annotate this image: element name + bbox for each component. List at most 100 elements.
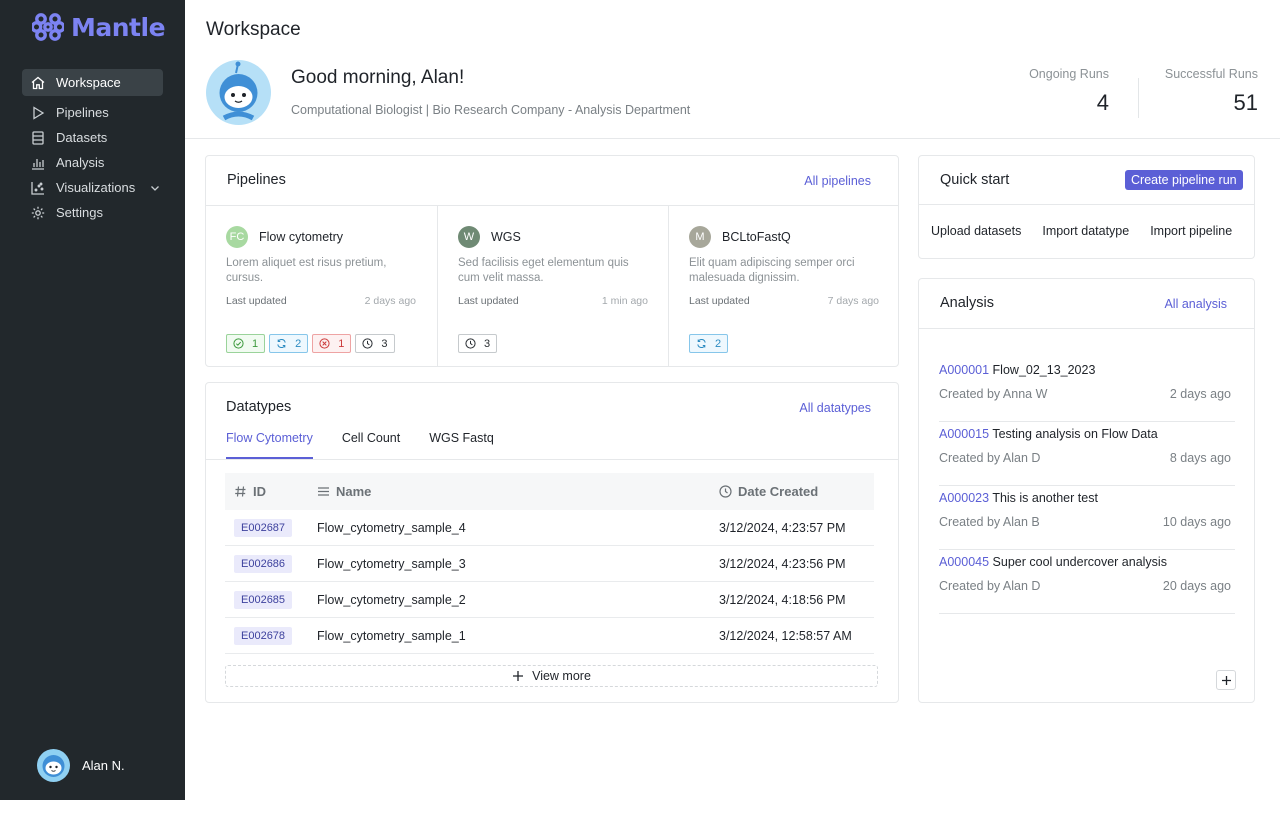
import-pipeline-link[interactable]: Import pipeline — [1150, 224, 1232, 238]
sidebar-item-workspace[interactable]: Workspace — [22, 69, 163, 96]
last-updated-value: 1 min ago — [601, 295, 648, 307]
sidebar-item-settings[interactable]: Settings — [22, 200, 163, 225]
stat-value: 51 — [1233, 90, 1258, 115]
analysis-author: Created by Alan B — [939, 515, 1040, 529]
sidebar-item-visualizations[interactable]: Visualizations — [22, 175, 163, 200]
last-updated-label: Last updated — [226, 295, 287, 307]
divider — [919, 204, 1254, 205]
header-divider — [185, 138, 1280, 139]
view-more-button[interactable]: View more — [225, 665, 878, 687]
pipeline-description: Elit quam adipiscing semper orci malesua… — [689, 257, 855, 284]
home-icon — [31, 76, 45, 89]
row-date: 3/12/2024, 4:18:56 PM — [719, 592, 846, 607]
status-count: 3 — [381, 337, 388, 350]
analysis-time: 2 days ago — [1169, 387, 1231, 401]
analysis-author: Created by Alan D — [939, 451, 1041, 465]
avatar — [37, 749, 70, 782]
logo[interactable]: Mantle — [32, 12, 166, 42]
table-row[interactable]: E002685 Flow_cytometry_sample_2 3/12/202… — [225, 582, 874, 618]
clock-icon — [465, 338, 476, 349]
sidebar-item-label: Analysis — [56, 155, 105, 170]
greeting: Good morning, Alan! — [291, 67, 465, 88]
page-title: Workspace — [206, 19, 301, 40]
row-name: Flow_cytometry_sample_3 — [317, 556, 466, 571]
tab-wgs-fastq[interactable]: WGS Fastq — [429, 431, 494, 459]
pipelines-card: Pipelines All pipelines FC Flow cytometr… — [205, 155, 899, 367]
plus-icon — [1221, 675, 1231, 685]
id-badge[interactable]: E002687 — [234, 518, 293, 537]
status-badge-running: 2 — [269, 334, 309, 353]
status-count: 2 — [715, 337, 722, 350]
id-badge[interactable]: E002685 — [234, 590, 293, 609]
quick-start-title: Quick start — [940, 172, 1010, 188]
analysis-id-link[interactable]: A000015 — [939, 427, 989, 441]
pipeline-initials-badge: M — [689, 226, 711, 248]
row-date: 3/12/2024, 12:58:57 AM — [719, 628, 852, 643]
lines-icon — [318, 487, 329, 496]
list-item[interactable]: A000023 This is another test Created by … — [939, 486, 1235, 550]
column-header-name[interactable]: Name — [317, 484, 719, 499]
column-header-id[interactable]: ID — [225, 484, 317, 499]
import-datatype-link[interactable]: Import datatype — [1042, 224, 1129, 238]
column-label: Date Created — [738, 484, 819, 499]
row-name: Flow_cytometry_sample_1 — [317, 628, 466, 643]
stat-value: 4 — [1096, 90, 1109, 115]
analysis-id-link[interactable]: A000045 — [939, 555, 989, 569]
sidebar-item-datasets[interactable]: Datasets — [22, 125, 163, 150]
clock-icon — [362, 338, 373, 349]
pipeline-card-flow-cytometry[interactable]: FC Flow cytometry Lorem aliquet est risu… — [206, 206, 437, 367]
pipelines-title: Pipelines — [227, 172, 286, 188]
pipeline-description: Sed facilisis eget elementum quis cum ve… — [458, 257, 629, 284]
list-item[interactable]: A000045 Super cool undercover analysis C… — [939, 550, 1235, 614]
sidebar-item-analysis[interactable]: Analysis — [22, 150, 163, 175]
all-analysis-link[interactable]: All analysis — [1164, 297, 1227, 311]
add-analysis-button[interactable] — [1216, 670, 1236, 690]
table-row[interactable]: E002678 Flow_cytometry_sample_1 3/12/202… — [225, 618, 874, 654]
quick-actions: Upload datasets Import datatype Import p… — [931, 224, 1232, 238]
id-badge[interactable]: E002686 — [234, 554, 293, 573]
list-item[interactable]: A000015 Testing analysis on Flow Data Cr… — [939, 422, 1235, 486]
analysis-time: 10 days ago — [1162, 515, 1231, 529]
list-item[interactable]: A000001 Flow_02_13_2023 Created by Anna … — [939, 358, 1235, 422]
upload-datasets-link[interactable]: Upload datasets — [931, 224, 1021, 238]
hash-icon — [235, 486, 246, 497]
play-icon — [33, 105, 45, 120]
table-row[interactable]: E002687 Flow_cytometry_sample_4 3/12/202… — [225, 510, 874, 546]
sidebar-item-pipelines[interactable]: Pipelines — [22, 100, 163, 125]
analysis-id-link[interactable]: A000001 — [939, 363, 989, 377]
chevron-down-icon[interactable] — [149, 182, 161, 194]
user-profile[interactable]: Alan N. — [37, 749, 125, 782]
analysis-id-link[interactable]: A000023 — [939, 491, 989, 505]
status-badge-success: 1 — [226, 334, 266, 353]
tab-flow-cytometry[interactable]: Flow Cytometry — [226, 431, 313, 459]
column-label: Name — [336, 484, 372, 499]
row-date: 3/12/2024, 4:23:56 PM — [719, 556, 846, 571]
status-count: 1 — [338, 337, 345, 350]
datatypes-table: ID Name Date Created E002687 Flow_cytome… — [225, 473, 874, 654]
all-pipelines-link[interactable]: All pipelines — [804, 174, 871, 188]
x-circle-icon — [319, 338, 330, 349]
sidebar-item-label: Workspace — [56, 75, 121, 90]
status-badge-failed: 1 — [312, 334, 352, 353]
id-badge[interactable]: E002678 — [234, 626, 293, 645]
all-datatypes-link[interactable]: All datatypes — [799, 401, 871, 415]
user-role: Computational Biologist | Bio Research C… — [291, 103, 691, 117]
analysis-name: Testing analysis on Flow Data — [992, 427, 1158, 441]
divider — [206, 459, 898, 460]
tab-cell-count[interactable]: Cell Count — [342, 431, 400, 459]
check-circle-icon — [233, 338, 244, 349]
last-updated-label: Last updated — [458, 295, 519, 307]
row-date: 3/12/2024, 4:23:57 PM — [719, 520, 846, 535]
last-updated-value: 2 days ago — [364, 295, 416, 307]
sidebar-nav: Workspace Pipelines Datasets Analysis Vi… — [22, 69, 163, 225]
analysis-time: 8 days ago — [1169, 451, 1231, 465]
analysis-title: Analysis — [940, 295, 994, 311]
column-header-date[interactable]: Date Created — [719, 484, 874, 499]
pipeline-card-wgs[interactable]: W WGS Sed facilisis eget elementum quis … — [437, 206, 668, 367]
pipeline-card-bcltofastq[interactable]: M BCLtoFastQ Elit quam adipiscing semper… — [668, 206, 899, 367]
create-pipeline-run-button[interactable]: Create pipeline run — [1125, 170, 1243, 190]
analysis-name: This is another test — [992, 491, 1098, 505]
table-row[interactable]: E002686 Flow_cytometry_sample_3 3/12/202… — [225, 546, 874, 582]
analysis-author: Created by Alan D — [939, 579, 1041, 593]
mantle-logo-icon — [32, 13, 64, 41]
